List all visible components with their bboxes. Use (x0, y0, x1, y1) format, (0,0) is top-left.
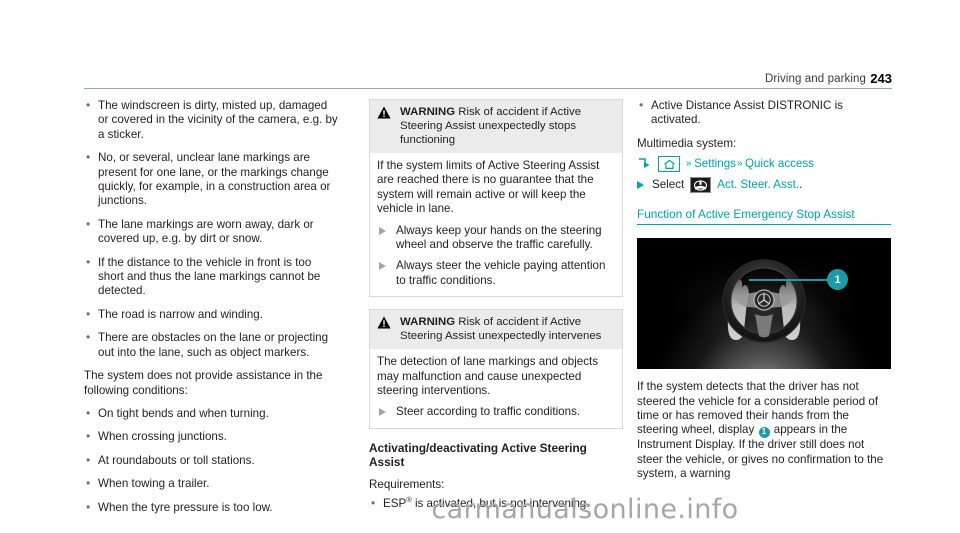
header-divider (84, 88, 892, 89)
select-action-row[interactable]: Select Act. Steer. Asst.. (637, 177, 891, 194)
emergency-stop-description: If the system detects that the driver ha… (637, 380, 891, 481)
no-assistance-intro: The system does not provide assistance i… (84, 369, 323, 397)
right-column: Active Distance Assist DISTRONIC is acti… (637, 98, 891, 490)
right-requirements-list: Active Distance Assist DISTRONIC is acti… (637, 98, 891, 128)
list-item: On tight bends and when turning. (84, 406, 338, 421)
home-icon[interactable] (658, 156, 680, 173)
warning-actions-list: Always keep your hands on the steering w… (377, 224, 615, 289)
page-number: 243 (870, 71, 892, 86)
chevron-double-right-icon: » (736, 158, 743, 170)
list-item: The road is narrow and winding. (84, 307, 338, 322)
list-item: Active Distance Assist DISTRONIC is acti… (637, 98, 891, 128)
warning-title-wrap: WARNING Risk of accident if Active Steer… (400, 315, 615, 343)
list-item: If the distance to the vehicle in front … (84, 255, 338, 299)
inline-callout-badge: 1 (758, 427, 770, 439)
list-item: When towing a trailer. (84, 476, 338, 491)
warning-box-unexpected-intervene: WARNING Risk of accident if Active Steer… (369, 309, 623, 429)
select-terminator: . (799, 178, 803, 192)
left-column: The windscreen is dirty, misted up, dama… (84, 98, 338, 524)
select-target-label[interactable]: Act. Steer. Asst. (717, 178, 799, 192)
list-item: The lane markings are worn away, dark or… (84, 217, 338, 247)
list-item: There are obstacles on the lane or proje… (84, 330, 338, 360)
middle-column: WARNING Risk of accident if Active Steer… (369, 99, 623, 521)
list-item: The windscreen is dirty, misted up, dama… (84, 98, 338, 142)
nav-step-settings[interactable]: Settings (694, 157, 736, 171)
warning-body: The detection of lane markings and objec… (370, 349, 622, 428)
warning-header: WARNING Risk of accident if Active Steer… (370, 310, 622, 350)
warning-actions-list: Steer according to traffic conditions. (377, 405, 615, 419)
select-verb: Select (652, 178, 685, 192)
warning-box-stops-functioning: WARNING Risk of accident if Active Steer… (369, 99, 623, 298)
chevron-double-right-icon: » (686, 158, 692, 170)
warning-label: WARNING (400, 316, 456, 329)
warning-label: WARNING (400, 106, 456, 118)
page-header: Driving and parking 243 (84, 66, 892, 88)
header-section-title: Driving and parking (765, 73, 866, 85)
warning-triangle-icon (377, 106, 391, 119)
warning-title-wrap: WARNING Risk of accident if Active Steer… (400, 105, 615, 147)
corner-arrow-icon (637, 157, 654, 171)
list-item: No, or several, unclear lane markings ar… (84, 150, 338, 209)
steering-wheel-illustration (722, 259, 806, 343)
list-item: Steer according to traffic conditions. (377, 405, 615, 419)
requirements-label: Requirements: (369, 477, 445, 491)
figure-steering-wheel-hands: 1 (637, 238, 891, 370)
list-item: When crossing junctions. (84, 429, 338, 444)
warning-body-text: The detection of lane markings and objec… (377, 355, 599, 398)
multimedia-nav-path[interactable]: » Settings » Quick access (637, 156, 891, 173)
warning-triangle-icon (377, 316, 391, 329)
activating-heading: Activating/deactivating Active Steering … (369, 440, 587, 469)
watermark: carmanualsonline.info (431, 494, 739, 525)
list-item: Always steer the vehicle paying attentio… (377, 259, 615, 288)
list-item: At roundabouts or toll stations. (84, 453, 338, 468)
list-item: Always keep your hands on the steering w… (377, 224, 615, 253)
warning-body: If the system limits of Active Steering … (370, 153, 622, 296)
callout-leader-line (749, 278, 829, 281)
action-arrow-icon (637, 181, 644, 190)
section-heading-emergency-stop-assist: Function of Active Emergency Stop Assist (637, 207, 891, 226)
warning-header: WARNING Risk of accident if Active Steer… (370, 100, 622, 153)
steering-wheel-icon[interactable] (690, 177, 712, 194)
multimedia-label: Multimedia system: (637, 136, 737, 150)
system-limits-list: The windscreen is dirty, misted up, dama… (84, 98, 338, 360)
nav-step-quick-access[interactable]: Quick access (745, 157, 814, 171)
warning-body-text: If the system limits of Active Steering … (377, 159, 600, 216)
